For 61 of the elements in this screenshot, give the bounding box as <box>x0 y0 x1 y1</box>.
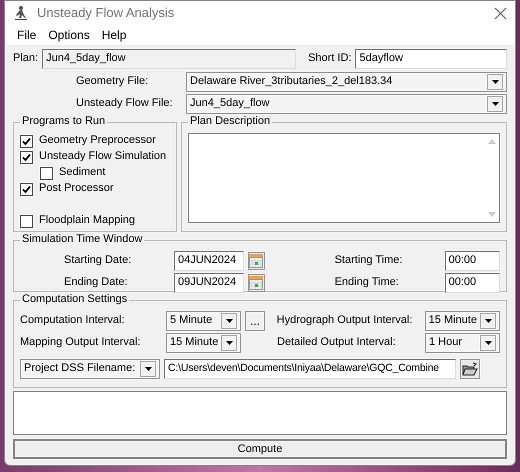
field-label: Detailed Output Interval: <box>277 336 397 350</box>
computation-interval-dropdown[interactable]: 5 Minute <box>166 311 242 331</box>
checkbox-label[interactable]: Post Processor <box>39 182 114 196</box>
caret-icon <box>490 79 500 85</box>
checkbox-label[interactable]: Floodplain Mapping <box>39 214 136 228</box>
field-label: Hydrograph Output Interval: <box>276 314 414 328</box>
compute-button[interactable]: Compute <box>13 439 507 459</box>
menu-item[interactable]: Help <box>96 28 132 42</box>
field-label: Short ID: <box>308 52 352 66</box>
checkbox[interactable] <box>20 214 33 228</box>
menu-item[interactable]: File <box>11 28 42 42</box>
short-id-field[interactable]: 5dayflow <box>355 49 507 69</box>
checkbox[interactable] <box>20 134 33 148</box>
date-field[interactable]: 09JUN2024 <box>174 273 244 293</box>
caret-icon <box>144 366 152 372</box>
app-icon <box>13 5 29 21</box>
hydrograph-interval-dropdown[interactable]: 15 Minute <box>424 311 500 331</box>
caret-icon <box>490 101 500 107</box>
more-button[interactable]: ... <box>245 311 265 331</box>
unsteady-flow-file-dropdown[interactable]: Jun4_5day_flow <box>186 94 507 114</box>
group-title: Programs to Run <box>20 115 108 128</box>
caret-icon <box>484 318 492 324</box>
calendar-icon <box>249 254 264 268</box>
menu-item[interactable]: Options <box>42 28 96 42</box>
caret-icon <box>224 340 234 346</box>
mapping-interval-dropdown[interactable]: 15 Minute <box>166 333 241 353</box>
checkbox-label[interactable]: Sediment <box>59 166 106 180</box>
detailed-interval-dropdown[interactable]: 1 Hour <box>425 333 500 353</box>
time-field[interactable]: 00:00 <box>444 251 500 271</box>
calendar-icon <box>249 276 264 290</box>
checkbox[interactable] <box>40 166 53 180</box>
checkbox[interactable] <box>20 182 33 196</box>
field-label: Unsteady Flow File: <box>76 97 174 111</box>
close-icon[interactable] <box>494 6 507 20</box>
checkbox[interactable] <box>20 150 33 164</box>
field-label: Mapping Output Interval: <box>20 336 142 350</box>
field-label: Starting Time: <box>334 254 404 268</box>
calendar-button[interactable] <box>248 274 265 292</box>
group-title: Computation Settings <box>20 293 130 306</box>
time-field[interactable]: 00:00 <box>444 273 500 293</box>
checkbox-label[interactable]: Unsteady Flow Simulation <box>39 150 166 164</box>
checkbox-label[interactable]: Geometry Preprocessor <box>39 134 156 148</box>
field-label: Starting Date: <box>64 254 132 268</box>
field-label: Plan: <box>13 52 38 66</box>
field-label: Ending Date: <box>64 276 129 290</box>
open-folder-button[interactable] <box>460 359 480 379</box>
field-label: Geometry File: <box>76 75 150 89</box>
caret-icon <box>224 318 234 324</box>
window-title: Unsteady Flow Analysis <box>37 5 174 21</box>
geometry-file-dropdown[interactable]: Delaware River_3tributaries_2_del183.34 <box>186 72 507 92</box>
dss-filename-dropdown[interactable]: Project DSS Filename: <box>20 359 160 379</box>
group-title: Plan Description <box>188 115 272 128</box>
check-icon <box>22 184 31 194</box>
caret-icon <box>484 340 492 346</box>
field-label: Computation Interval: <box>20 314 126 328</box>
dss-path-field[interactable]: C:\Users\deven\Documents\Iniyaa\Delaware\GQC_Combine <box>164 359 456 379</box>
folder-icon <box>462 362 478 376</box>
field-label: Ending Time: <box>334 276 400 290</box>
date-field[interactable]: 04JUN2024 <box>174 251 244 271</box>
calendar-button[interactable] <box>248 252 265 270</box>
plan-field[interactable]: Jun4_5day_flow <box>42 49 296 69</box>
